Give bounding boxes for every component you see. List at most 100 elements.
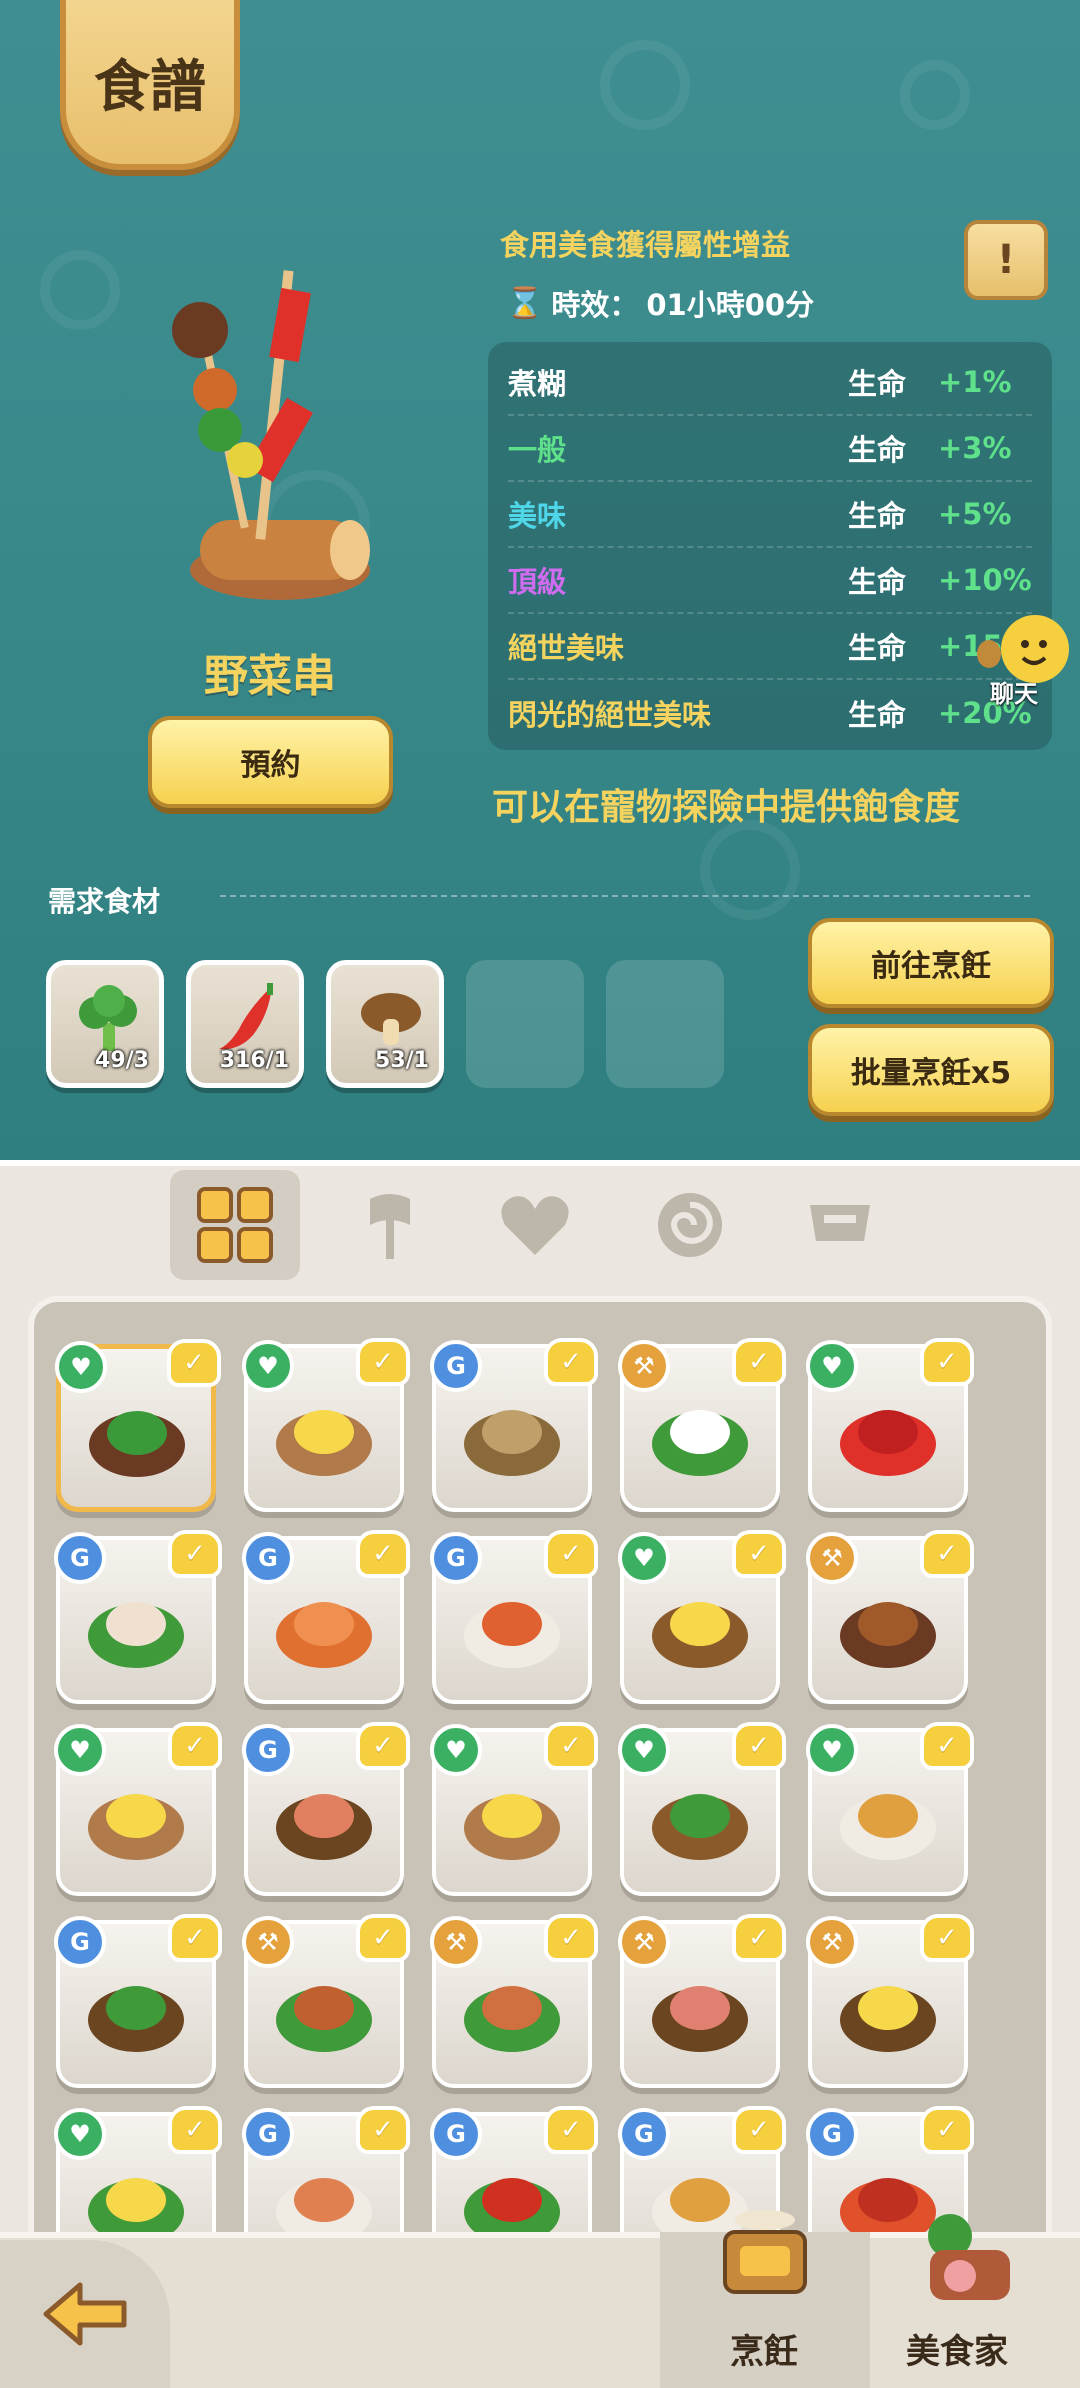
quality-name: 煮糊 [508,367,567,401]
ingredient-slot-broccoli[interactable]: 49/3 [46,960,164,1088]
axe-icon [370,1194,410,1259]
duration-label: 時效： [551,288,639,322]
category-tabs [160,1170,920,1280]
tab-special[interactable] [625,1170,755,1280]
chili-peppers-icon [840,1410,936,1476]
tab-attack[interactable] [325,1170,455,1280]
quality-name: 一般 [508,433,567,467]
chat-label[interactable]: 聊天 [990,674,1038,709]
back-button[interactable] [0,2240,170,2388]
recipe-cell-shrimp-skewer[interactable]: G ✓ [242,1530,410,1704]
mushroom-icon [361,993,421,1045]
grilled-steak-icon [464,1986,560,2052]
egg-plate-icon [840,1986,936,2052]
recipe-cell-fish-leaf[interactable]: G ✓ [54,1914,222,2088]
page-title: 食譜 [94,54,206,120]
stat-value: +10% [938,563,1032,597]
unlocked-check-icon: ✓ [167,1339,221,1387]
unlocked-check-icon: ✓ [920,1722,974,1770]
unlocked-check-icon: ✓ [356,1914,410,1962]
scallops-icon [88,1602,184,1668]
hourglass-icon: ⌛ [506,285,544,321]
reserve-button[interactable]: 預約 [148,716,393,808]
recipe-cell-grilled-steak[interactable]: ⚒ ✓ [430,1914,598,2088]
bonus-title: 食用美食獲得屬性增益 [500,228,791,262]
tab-all[interactable] [170,1170,300,1280]
unlocked-check-icon: ✓ [920,1338,974,1386]
heart-badge-icon: ♥ [54,1724,106,1776]
ingredient-slot-empty [606,960,724,1088]
recipe-cell-seafood-soup[interactable]: G ✓ [430,1530,598,1704]
recipe-cell-mushroom-skewer[interactable]: ⚒ ✓ [806,1530,974,1704]
recipe-cell-fish-skewer[interactable]: G ✓ [430,1338,598,1512]
unlocked-check-icon: ✓ [356,1338,410,1386]
recipe-cell-roast-meat[interactable]: ⚒ ✓ [242,1914,410,2088]
axe-badge-icon: ⚒ [618,1916,670,1968]
grid-icon [197,1187,273,1263]
heart-badge-icon: ♥ [54,2108,106,2160]
spiral-badge-icon: G [430,2108,482,2160]
dish-skewer-illustration [172,270,370,600]
recipe-cell-fried-eggs[interactable]: ⚒ ✓ [618,1338,786,1512]
recipe-cell-seafood-platter[interactable]: G ✓ [242,1722,410,1896]
spiral-badge-icon: G [54,1532,106,1584]
spiral-badge-icon: G [242,1724,294,1776]
recipe-cell-broccoli-plate[interactable]: ♥ ✓ [618,1722,786,1896]
axe-badge-icon: ⚒ [618,1340,670,1392]
heart-badge-icon: ♥ [242,1340,294,1392]
unlocked-check-icon: ✓ [920,1530,974,1578]
unlocked-check-icon: ✓ [732,1338,786,1386]
heart-badge-icon: ♥ [806,1724,858,1776]
recipe-cell-custard-bowl[interactable]: ♥ ✓ [430,1722,598,1896]
exclamation-scroll-icon[interactable]: ! [964,220,1048,300]
nav-gourmet-label: 美食家 [906,2332,1008,2372]
custard-bowl-icon [464,1794,560,1860]
unlocked-check-icon: ✓ [168,1722,222,1770]
quality-name: 美味 [508,499,567,533]
axe-badge-icon: ⚒ [806,1532,858,1584]
quality-name: 頂級 [508,565,567,599]
unlocked-check-icon: ✓ [544,1338,598,1386]
tab-defense[interactable] [775,1170,905,1280]
batch-cook-button[interactable]: 批量烹飪x5 [808,1024,1054,1116]
recipe-cell-chili-peppers[interactable]: ♥ ✓ [806,1338,974,1512]
recipe-cell-skewer[interactable]: ♥ ✓ [55,1339,221,1512]
nav-cook-tab[interactable]: 烹飪 [660,2210,870,2388]
recipe-cell-veggie-plate[interactable]: ♥ ✓ [618,1530,786,1704]
seafood-soup-icon [464,1602,560,1668]
quality-name: 閃光的絕世美味 [508,698,712,732]
unlocked-check-icon: ✓ [356,2106,410,2154]
recipe-cell-veggie-stew[interactable]: ♥ ✓ [806,1722,974,1896]
nav-gourmet-tab[interactable]: 美食家 [880,2214,1080,2388]
heart-badge-icon: ♥ [55,1341,107,1393]
recipe-cell-scallops[interactable]: G ✓ [54,1530,222,1704]
unlocked-check-icon: ✓ [920,1914,974,1962]
quality-row: 頂級 生命 +10% [508,548,1032,614]
recipe-cell-egg-plate[interactable]: ⚒ ✓ [806,1914,974,2088]
unlocked-check-icon: ✓ [544,1914,598,1962]
ingredient-count: 53/1 [375,1048,429,1073]
fried-eggs-icon [652,1410,748,1476]
broccoli-plate-icon [652,1794,748,1860]
axe-badge-icon: ⚒ [430,1916,482,1968]
stat-name: 生命 [848,433,907,467]
fish-leaf-icon [88,1986,184,2052]
unlocked-check-icon: ✓ [168,1530,222,1578]
tab-health[interactable] [475,1170,605,1280]
stat-name: 生命 [848,631,907,665]
spiral-badge-icon: G [242,1532,294,1584]
roast-meat-icon [276,1986,372,2052]
recipe-grid: ♥ ✓ ♥ ✓ G ✓ ⚒ ✓ ♥ ✓ G ✓ G ✓ G ✓ ♥ ✓ ⚒ ✓ ♥ ✓ G ✓ ♥ ✓ ♥ ✓ ♥ ✓ G ✓ ⚒ ✓ ⚒ ✓ ⚒ ✓ ⚒ ✓… [28,1296,1052,2296]
stat-value: +3% [938,431,1012,465]
go-cook-button[interactable]: 前往烹飪 [808,918,1054,1008]
recipe-cell-custard-bowl[interactable]: ♥ ✓ [242,1338,410,1512]
recipe-cell-custard-bowl[interactable]: ♥ ✓ [54,1722,222,1896]
unlocked-check-icon: ✓ [356,1530,410,1578]
ham-icon [652,1986,748,2052]
ingredient-slot-mushroom[interactable]: 53/1 [326,960,444,1088]
ingredients-divider [220,895,1030,897]
ingredient-slot-empty [466,960,584,1088]
unlocked-check-icon: ✓ [544,1530,598,1578]
recipe-cell-ham[interactable]: ⚒ ✓ [618,1914,786,2088]
ingredient-slot-chili[interactable]: 316/1 [186,960,304,1088]
